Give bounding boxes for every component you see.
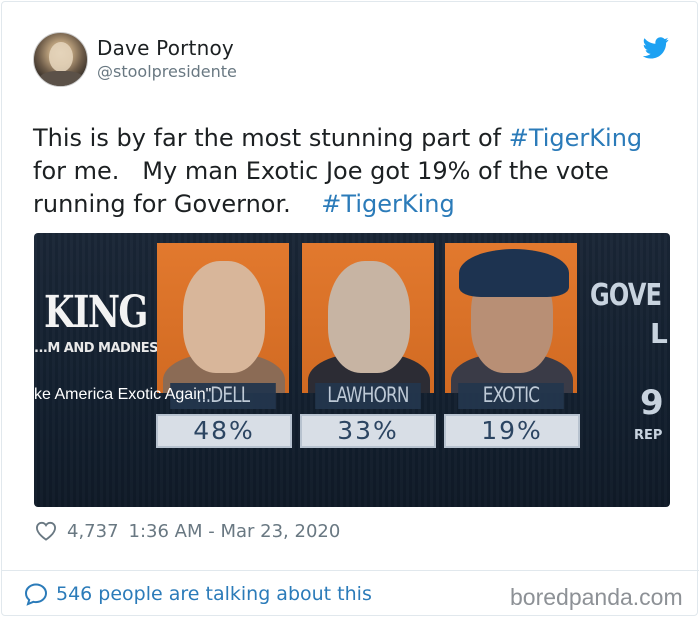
tweet-card: Dave Portnoy @stoolpresidente This is by…: [1, 1, 699, 616]
hashtag-link[interactable]: #TigerKing: [509, 124, 642, 152]
show-subtitle: ...M AND MADNESS: [34, 341, 167, 356]
site-watermark: boredpanda.com: [510, 584, 683, 610]
candidate-percent: 19%: [444, 414, 580, 448]
twitter-bird-icon[interactable]: [643, 37, 669, 59]
divider: [2, 570, 699, 571]
panel-number: 9: [640, 383, 664, 423]
conversation-link[interactable]: 546 people are talking about this: [24, 582, 372, 606]
candidate-name: EXOTIC: [458, 383, 564, 409]
author-name[interactable]: Dave Portnoy: [97, 36, 234, 60]
heart-icon[interactable]: [35, 521, 57, 541]
candidate-photo: [157, 243, 289, 393]
panel-title: GOVE: [590, 278, 662, 313]
tweet-text: This is by far the most stunning part of…: [33, 122, 673, 221]
candidate-percent: 33%: [300, 414, 436, 448]
panel-subtitle: L: [650, 317, 668, 350]
speech-bubble-icon: [24, 583, 48, 606]
candidate-photo: [445, 243, 577, 393]
text-line2: for me. My man Exotic Joe got 19% of the…: [33, 157, 609, 185]
conversation-text[interactable]: 546 people are talking about this: [56, 583, 372, 605]
like-count[interactable]: 4,737: [67, 521, 119, 542]
image-caption: ke America Exotic Again": [34, 386, 212, 403]
text-line3: running for Governor.: [33, 190, 322, 218]
panel-label: REP: [634, 428, 663, 443]
author-handle[interactable]: @stoolpresidente: [97, 62, 237, 81]
avatar[interactable]: [33, 32, 88, 87]
tweet-timestamp[interactable]: 1:36 AM - Mar 23, 2020: [129, 521, 341, 542]
tweet-media-image[interactable]: KING ...M AND MADNESS ...DELL LAWHORN EX…: [34, 233, 670, 507]
show-logo: KING: [44, 287, 148, 338]
tweet-meta: 4,737 1:36 AM - Mar 23, 2020: [35, 518, 340, 544]
candidate-photo: [302, 243, 434, 393]
hashtag-link[interactable]: #TigerKing: [321, 190, 454, 218]
candidate-name: LAWHORN: [315, 383, 421, 409]
tweet-header: Dave Portnoy @stoolpresidente: [33, 32, 673, 92]
candidate-percent: 48%: [156, 414, 292, 448]
text-line1: This is by far the most stunning part of: [33, 124, 509, 152]
